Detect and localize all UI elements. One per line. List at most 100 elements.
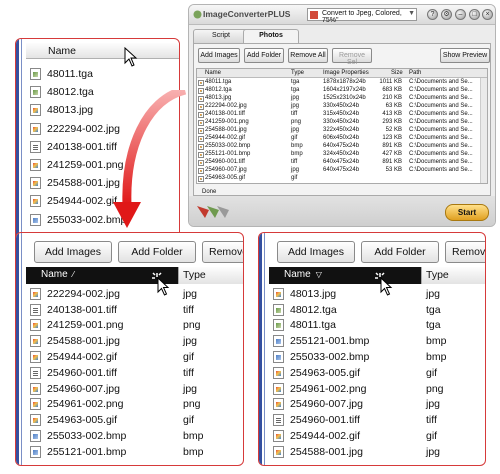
start-label: Start [457,208,477,217]
name-header-label: Name [48,45,77,57]
add-images-button[interactable]: Add Images [34,241,112,263]
minimize-icon[interactable]: – [455,9,466,20]
type-column-header[interactable]: Type [421,267,485,284]
table-row[interactable]: 254960-007.jpg jpg [30,381,243,397]
tab-photos[interactable]: Photos [243,29,299,43]
table-row[interactable]: 254963-005.gif gif [273,365,485,381]
table-row[interactable]: 254961-002.png png [30,397,243,413]
grid-col-size[interactable]: Size [391,70,403,76]
table-row[interactable]: 241259-001.png png 330x450x24b 293 KB C:\Doc… [197,119,487,127]
name-column-header[interactable]: Name [26,43,179,59]
show-preview-button[interactable]: Show Preview [440,48,490,63]
settings-icon[interactable]: ⚙ [441,9,452,20]
table-row[interactable]: 48011.tga tga 1878x1878x24b 1011 KB C:\Docum… [197,79,487,87]
title-bar: ImageConverterPLUS Convert to Jpeg, Colo… [189,5,495,25]
type-column-header[interactable]: Type [178,267,243,284]
grid-cell-type: gif [291,175,298,181]
table-row[interactable]: 254588-001.jpg jpg [30,333,243,349]
grid-cell-size: 52 KB [385,127,402,133]
file-type: jpg [183,287,198,300]
table-row[interactable]: 254588-001.jpg jpg 322x450x24b 52 KB C:\Docu… [197,127,487,135]
table-row[interactable]: 254963-005.gif gif [197,175,487,183]
grid-col-path[interactable]: Path [409,70,421,76]
grid-cell-size: 123 KB [382,135,402,141]
table-row[interactable]: 255121-001.bmp bmp [273,333,485,349]
file-type: gif [183,414,195,427]
add-folder-button[interactable]: Add Folder [118,241,196,263]
table-row[interactable]: 48011.tga tga [273,318,485,334]
close-icon[interactable]: × [482,9,493,20]
list-item[interactable]: 48011.tga [30,65,179,83]
chevron-down-icon[interactable]: ▼ [408,10,415,17]
remove-all-button[interactable]: Remove A [445,241,485,263]
table-row[interactable]: 222294-002.jpg jpg 330x450x24b 63 KB C:\Docu… [197,103,487,111]
file-name: 254960-007.jpg [290,398,363,411]
grid-cell-path: C:\Documents and Se... [409,79,473,85]
file-icon [273,287,284,300]
grid-col-name[interactable]: Name [205,70,221,76]
table-row[interactable]: 240138-001.tiff tiff 315x450x24b 413 KB C:\D… [197,111,487,119]
add-images-button[interactable]: Add Images [198,48,240,63]
table-row[interactable]: 48013.jpg jpg 1525x2310x24b 210 KB C:\Docume… [197,95,487,103]
table-row[interactable]: 48012.tga tga 1604x2197x24b 683 KB C:\Docume… [197,87,487,95]
grid-cell-size: 427 KB [382,151,402,157]
table-row[interactable]: 255033-002.bmp bmp 640x475x24b 891 KB C:\Doc… [197,143,487,151]
click-cursor-icon [151,271,177,297]
start-button[interactable]: Start [445,204,489,221]
table-row[interactable]: 255033-002.bmp bmp [30,428,243,444]
table-row[interactable]: 222294-002.jpg jpg [30,286,243,302]
brand-logo-icon [197,206,229,218]
name-header-label: Name [284,269,311,280]
remove-sel-button[interactable]: Remove Sel [332,48,372,66]
grid-cell-size: 413 KB [382,111,402,117]
grid-cell-path: C:\Documents and Se... [409,167,473,173]
file-icon [273,335,284,348]
grid-col-properties[interactable]: Image Properties [323,70,369,76]
tab-script[interactable]: Script [193,29,249,43]
table-row[interactable]: 254963-005.gif gif [30,412,243,428]
table-row[interactable]: 240138-001.tiff tiff [30,302,243,318]
file-name: 255033-002.bmp [290,350,370,363]
file-grid: Name Type Image Properties Size Path 480… [196,68,488,184]
table-row[interactable]: 255121-001.bmp bmp [30,444,243,460]
table-row[interactable]: 254944-002.gif gif [30,349,243,365]
add-folder-button[interactable]: Add Folder [244,48,284,63]
table-row[interactable]: 254944-002.gif gif 606x450x24b 123 KB C:\Doc… [197,135,487,143]
app-logo-icon [193,10,202,19]
table-row[interactable]: 254588-001.jpg jpg [273,444,485,460]
grid-header: Name Type Image Properties Size Path [197,69,487,78]
remove-all-button[interactable]: Remove A [202,241,243,263]
add-folder-button[interactable]: Add Folder [361,241,439,263]
table-row[interactable]: 241259-001.png png [30,318,243,334]
remove-all-button[interactable]: Remove All [288,48,328,63]
file-type: jpg [183,382,198,395]
file-type: jpg [426,398,441,411]
file-name: 254960-001.tiff [290,414,360,427]
table-row[interactable]: 254960-007.jpg jpg [273,397,485,413]
file-icon [30,350,41,363]
preset-select[interactable]: Convert to Jpeg, Colored, 75%" ▼ [307,8,417,24]
toolbar: Add Images Add Folder Remove A [26,241,243,263]
file-icon [273,303,284,316]
table-row[interactable]: 254960-001.tiff tiff [30,365,243,381]
table-row[interactable]: 254960-001.tiff tiff 640x475x24b 891 KB C:\D… [197,159,487,167]
help-icon[interactable]: ? [427,9,438,20]
file-type: tga [426,303,441,316]
table-row[interactable]: 48012.tga tga [273,302,485,318]
table-row[interactable]: 255121-001.bmp bmp 324x450x24b 427 KB C:\Doc… [197,151,487,159]
add-images-label: Add Images [200,52,238,59]
file-icon [30,382,41,395]
grid-scrollbar[interactable] [480,78,487,183]
file-icon [30,104,41,117]
table-row[interactable]: 254960-001.tiff tiff [273,412,485,428]
table-row[interactable]: 254960-007.jpg jpg 640x475x24b 53 KB C:\Docu… [197,167,487,175]
maximize-icon[interactable]: □ [469,9,480,20]
table-row[interactable]: 254961-002.png png [273,381,485,397]
add-images-button[interactable]: Add Images [277,241,355,263]
table-row[interactable]: 255033-002.bmp bmp [273,349,485,365]
table-row[interactable]: 254944-002.gif gif [273,428,485,444]
grid-col-type[interactable]: Type [291,70,304,76]
grid-cell-size: 63 KB [385,103,402,109]
accent-bar-thin [21,39,22,247]
grid-cell-path: C:\Documents and Se... [409,159,473,165]
